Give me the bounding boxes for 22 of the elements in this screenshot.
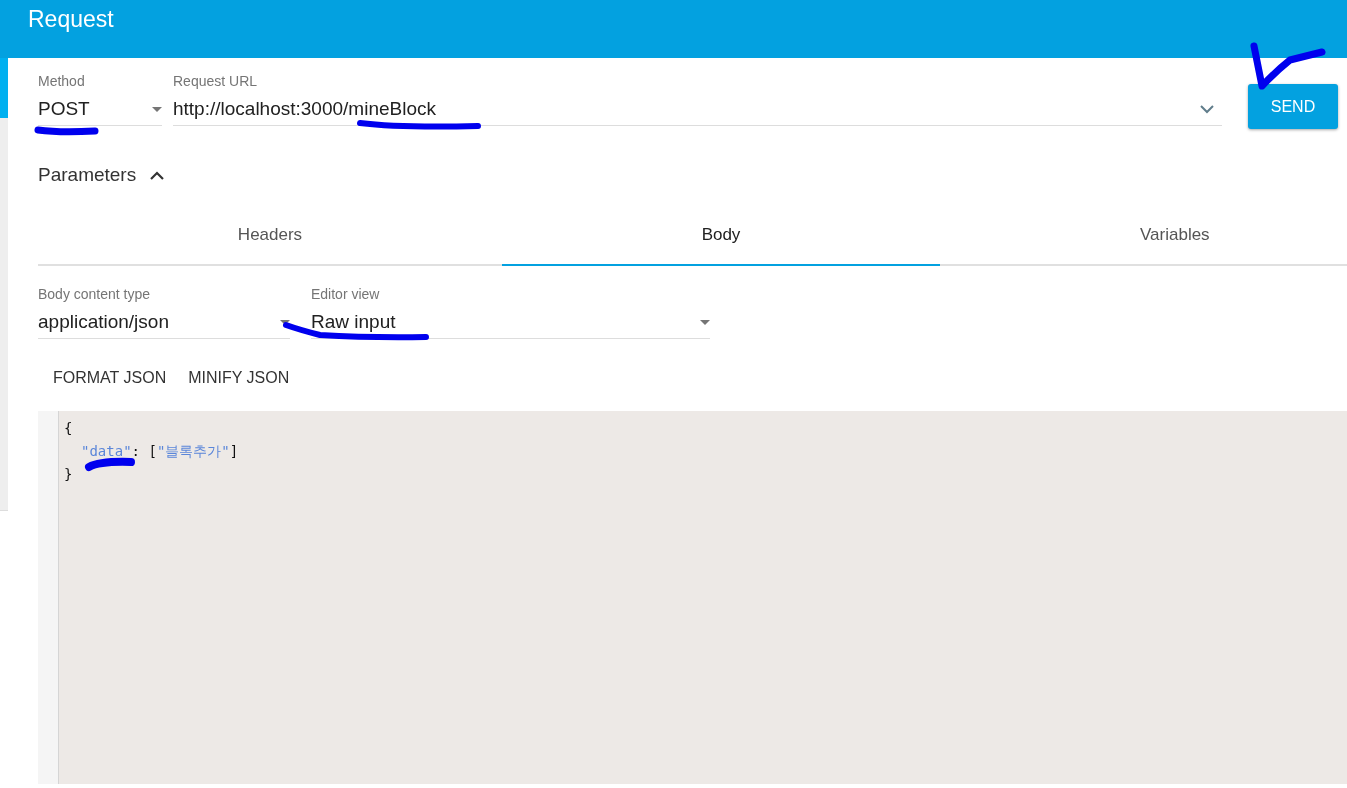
body-content-type-dropdown[interactable]: Body content type application/json [38, 286, 290, 339]
url-field[interactable]: Request URL http://localhost:3000/mineBlock [173, 73, 1222, 126]
collapse-chevron-icon[interactable] [150, 170, 165, 180]
parameters-label: Parameters [38, 164, 137, 186]
chevron-down-icon[interactable] [1200, 104, 1214, 114]
text-button[interactable]: MINIFY JSON [177, 361, 301, 395]
tab[interactable]: Headers [38, 209, 502, 266]
code-line: { [64, 419, 73, 438]
dropdown-arrow-icon [280, 319, 290, 325]
dropdown-arrow-icon [700, 319, 710, 325]
code-editor[interactable]: { "data": ["블록추가"] } [38, 411, 1347, 784]
editor-view-dropdown[interactable]: Editor view Raw input [311, 286, 710, 339]
tab[interactable]: Body [502, 209, 940, 266]
dropdown-arrow-icon [152, 106, 162, 112]
code-line: "data": ["블록추가"] [81, 442, 239, 461]
pen-underline [85, 457, 135, 471]
text-button[interactable]: FORMAT JSON [42, 361, 178, 395]
header-title: Request [28, 6, 114, 33]
code-line: } [64, 465, 73, 484]
tab[interactable]: Variables [940, 209, 1347, 266]
pen-underline [34, 126, 99, 136]
method-dropdown[interactable]: Method POST [38, 73, 162, 126]
